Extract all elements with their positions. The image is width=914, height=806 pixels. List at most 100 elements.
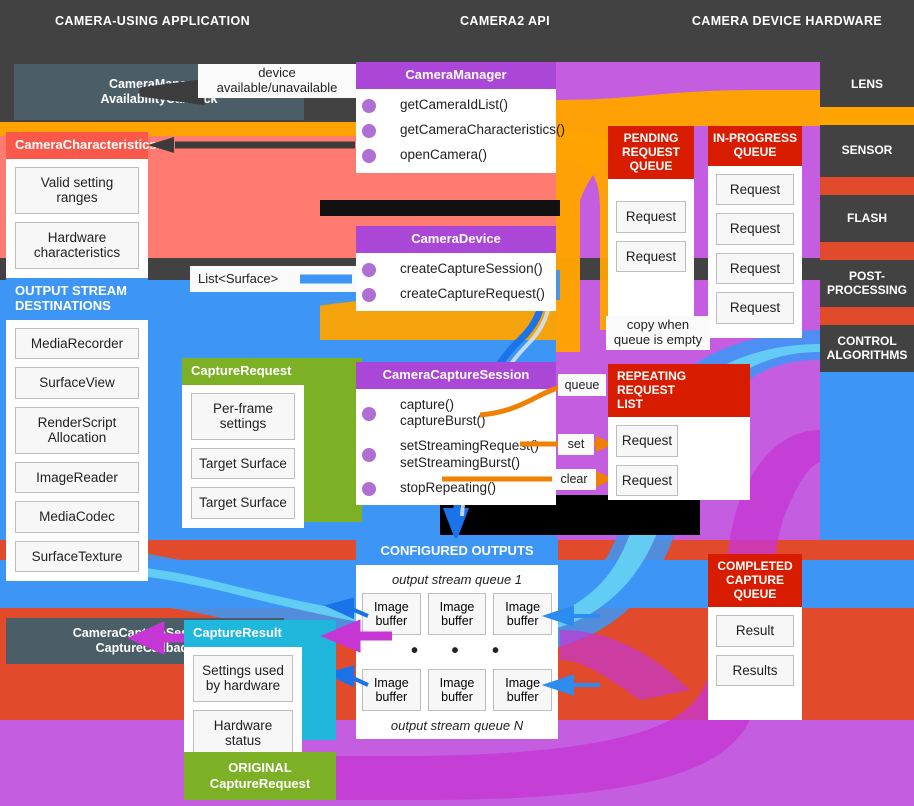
clear-label: clear: [552, 469, 596, 490]
bullet-dot-icon: [362, 448, 376, 463]
hw-strip-orange: [820, 107, 914, 125]
camera-characteristics-card: CameraCharacteristics Valid setting rang…: [6, 132, 157, 278]
bullet-dot-icon: [362, 481, 376, 496]
bullet-dot-icon: [362, 124, 376, 139]
camera-capture-session-body: capture() captureBurst() setStreamingReq…: [356, 389, 556, 505]
completed-queue-body: Result Results: [708, 607, 802, 694]
diagram-canvas: CAMERA-USING APPLICATION CAMERA2 API CAM…: [0, 0, 914, 806]
repeating-request-item: Request: [616, 425, 678, 457]
bullet-dot-icon: [362, 149, 376, 164]
camera-capture-session-card: CameraCaptureSession capture() captureBu…: [356, 362, 556, 505]
image-buffer: Image buffer: [427, 592, 487, 635]
queue-request-item: Request: [716, 292, 794, 324]
camera-characteristics-body: Valid setting ranges Hardware characteri…: [6, 159, 148, 278]
camera-device-title: CameraDevice: [356, 226, 556, 253]
output-item-surfacetexture: SurfaceTexture: [15, 540, 139, 573]
completed-result-item: Results: [716, 654, 794, 687]
hardware-block-flash: FLASH: [820, 195, 914, 242]
device-availability-label: device available/unavailable: [198, 64, 356, 98]
queue-request-item: Request: [616, 240, 686, 273]
output-queue-first-label: output stream queue 1: [391, 571, 523, 587]
hw-strip-red-1: [820, 177, 914, 195]
queue-label: queue: [558, 374, 606, 396]
method-capture[interactable]: capture() captureBurst(): [362, 396, 547, 429]
capture-result-cyan-panel: [302, 620, 336, 740]
capture-result-item-status: Hardware status: [193, 709, 293, 757]
hardware-block-control-algorithms: CONTROL ALGORITHMS: [820, 325, 914, 372]
method-opencamera[interactable]: openCamera(): [362, 147, 547, 164]
image-buffer: Image buffer: [427, 668, 487, 711]
camera-manager-card: CameraManager getCameraIdList() getCamer…: [356, 62, 565, 173]
method-label: getCameraCharacteristics(): [400, 122, 566, 138]
capture-request-item-target-2: Target Surface: [191, 487, 295, 519]
repeating-list-body: Request Request: [608, 417, 686, 504]
hw-strip-red-3: [820, 307, 914, 325]
bullet-dot-icon: [362, 262, 376, 277]
inprogress-queue-title: IN-PROGRESS QUEUE: [708, 126, 802, 166]
camera-manager-body: getCameraIdList() getCameraCharacteristi…: [356, 89, 565, 173]
image-buffer-row-first: Image buffer Image buffer Image buffer: [362, 592, 553, 635]
camera-manager-title: CameraManager: [356, 62, 556, 89]
method-setstreamingrequest[interactable]: setStreamingRequest() setStreamingBurst(…: [362, 438, 547, 470]
hardware-block-lens: LENS: [820, 62, 914, 107]
output-item-renderscript: RenderScript Allocation: [15, 406, 139, 454]
capture-result-body: Settings used by hardware Hardware statu…: [184, 647, 302, 766]
capture-request-item-target-1: Target Surface: [191, 447, 295, 480]
output-stream-body: MediaRecorder SurfaceView RenderScript A…: [6, 320, 148, 582]
queue-request-item: Request: [716, 173, 794, 206]
camera-device-card: CameraDevice createCaptureSession() crea…: [356, 226, 556, 312]
inprogress-queue-body: Request Request Request Request: [708, 166, 802, 332]
column-header-application: CAMERA-USING APPLICATION: [54, 14, 250, 28]
bullet-dot-icon: [362, 98, 376, 113]
set-label: set: [558, 434, 594, 455]
queue-request-item: Request: [616, 201, 686, 233]
hardware-block-post-processing: POST- PROCESSING: [820, 260, 914, 307]
repeating-list-title: REPEATING REQUEST LIST: [608, 364, 750, 418]
bullet-dot-icon: [362, 288, 376, 303]
method-createcapturesession[interactable]: createCaptureSession(): [362, 260, 547, 277]
hw-strip-red-2: [820, 242, 914, 260]
method-label: capture() captureBurst(): [400, 396, 486, 429]
image-buffer: Image buffer: [493, 592, 553, 635]
capture-result-card: CaptureResult Settings used by hardware …: [184, 620, 302, 766]
method-getcameracharacteristics[interactable]: getCameraCharacteristics(): [362, 122, 565, 139]
output-item-imagereader: ImageReader: [15, 461, 139, 494]
hardware-block-sensor: SENSOR: [820, 125, 914, 177]
pending-queue-body: Request Request: [608, 179, 694, 280]
copy-when-empty-label: copy when queue is empty: [606, 316, 710, 350]
camera-characteristics-title: CameraCharacteristics: [6, 132, 157, 159]
image-buffer: Image buffer: [362, 592, 421, 635]
output-item-mediarecorder: MediaRecorder: [15, 327, 139, 360]
repeating-request-item: Request: [616, 464, 678, 497]
pending-request-queue-card: PENDING REQUEST QUEUE Request Request: [608, 126, 694, 318]
subbox-hardware-characteristics: Hardware characteristics: [15, 221, 139, 269]
queue-request-item: Request: [716, 252, 794, 285]
capture-request-card: CaptureRequest Per-frame settings Target…: [182, 358, 304, 528]
capture-result-item-settings: Settings used by hardware: [193, 654, 293, 702]
ellipsis-label: • • •: [410, 639, 514, 662]
method-label: setStreamingRequest() setStreamingBurst(…: [400, 438, 539, 470]
method-getcameraidlist[interactable]: getCameraIdList(): [362, 96, 547, 113]
band-header: [0, 0, 914, 62]
method-label: createCaptureSession(): [400, 260, 543, 276]
camera-device-body: createCaptureSession() createCaptureRequ…: [356, 253, 556, 311]
pending-queue-title: PENDING REQUEST QUEUE: [608, 126, 694, 180]
image-buffer: Image buffer: [362, 668, 421, 711]
bullet-dot-icon: [362, 406, 376, 421]
output-queue-last-label: output stream queue N: [390, 717, 524, 733]
column-header-api: CAMERA2 API: [459, 14, 551, 28]
black-connector-1: [320, 200, 560, 216]
capture-request-title: CaptureRequest: [182, 358, 304, 385]
image-buffer: Image buffer: [493, 668, 553, 711]
configured-outputs-body: output stream queue 1 Image buffer Image…: [356, 565, 558, 739]
inprogress-queue-card: IN-PROGRESS QUEUE Request Request Reques…: [708, 126, 802, 338]
capture-result-title: CaptureResult: [184, 620, 302, 647]
method-createcapturerequest[interactable]: createCaptureRequest(): [362, 286, 547, 303]
method-label: getCameraIdList(): [400, 96, 509, 112]
original-capture-request-block: ORIGINAL CaptureRequest: [184, 752, 336, 800]
method-label: createCaptureRequest(): [400, 286, 545, 302]
capture-request-body: Per-frame settings Target Surface Target…: [182, 384, 304, 528]
completed-capture-queue-card: COMPLETED CAPTURE QUEUE Result Results: [708, 554, 802, 720]
method-stoprepeating[interactable]: stopRepeating(): [362, 480, 547, 496]
output-stream-title: OUTPUT STREAM DESTINATIONS: [6, 278, 148, 320]
